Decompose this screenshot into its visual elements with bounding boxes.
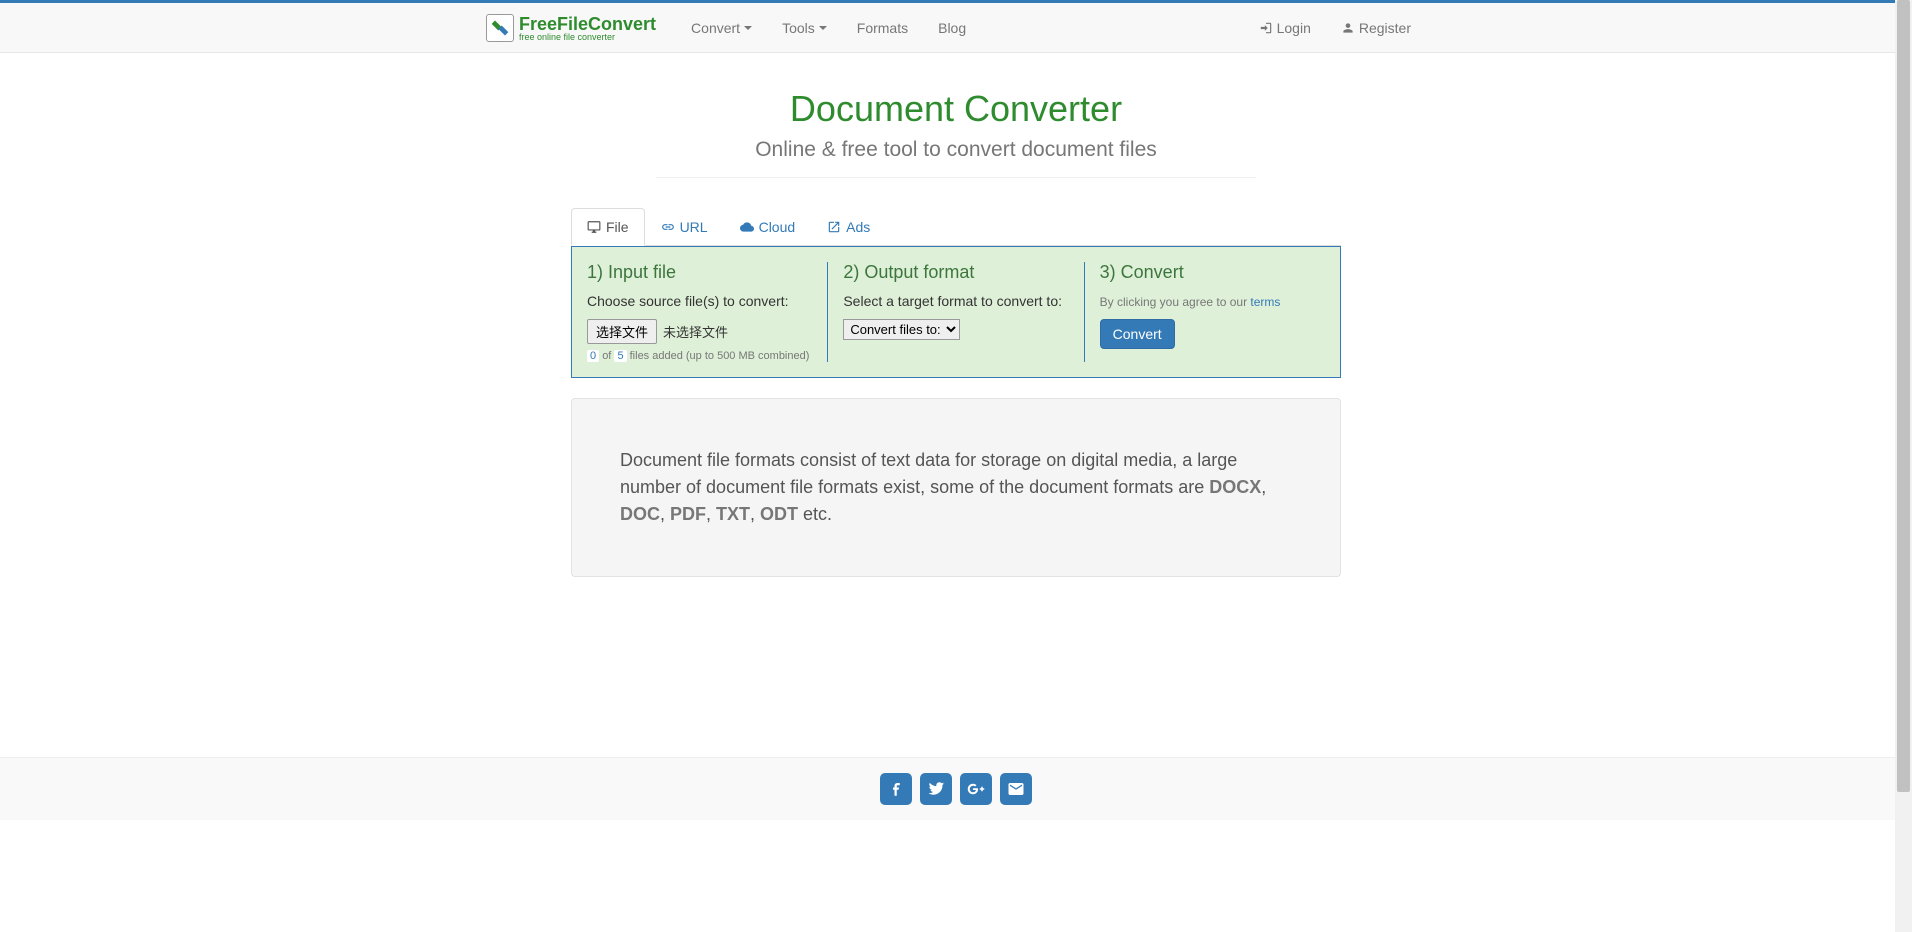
facebook-icon	[887, 780, 905, 798]
logo-icon	[486, 14, 514, 42]
nav-convert[interactable]: Convert	[691, 3, 752, 53]
googleplus-icon	[967, 780, 985, 798]
step-output: 2) Output format Select a target format …	[827, 262, 1083, 362]
scrollbar-thumb[interactable]	[1897, 0, 1910, 792]
footer	[0, 757, 1912, 820]
format-link-txt[interactable]: TXT	[716, 504, 750, 524]
format-link-docx[interactable]: DOCX	[1209, 477, 1261, 497]
envelope-icon	[1007, 780, 1025, 798]
nav-blog[interactable]: Blog	[938, 3, 966, 53]
nav-right: Login Register	[1244, 3, 1426, 53]
format-link-pdf[interactable]: PDF	[670, 504, 706, 524]
step-input: 1) Input file Choose source file(s) to c…	[572, 262, 827, 362]
social-googleplus[interactable]	[960, 773, 992, 805]
source-tabs: File URL Cloud Ads	[571, 208, 1341, 246]
brand-tagline: free online file converter	[519, 33, 656, 42]
terms-link[interactable]: terms	[1250, 295, 1280, 309]
social-twitter[interactable]	[920, 773, 952, 805]
tab-file[interactable]: File	[571, 208, 645, 246]
brand-logo[interactable]: FreeFileConvert free online file convert…	[486, 14, 656, 42]
navbar: FreeFileConvert free online file convert…	[0, 3, 1912, 53]
step2-title: 2) Output format	[843, 262, 1068, 283]
scrollbar[interactable]	[1895, 0, 1912, 932]
external-link-icon	[827, 220, 841, 234]
user-icon	[1341, 21, 1355, 35]
step-convert: 3) Convert By clicking you agree to our …	[1084, 262, 1340, 362]
converter-panel: 1) Input file Choose source file(s) to c…	[571, 246, 1341, 378]
nav-login[interactable]: Login	[1259, 3, 1311, 53]
page-title: Document Converter	[571, 88, 1341, 130]
files-max-count: 5	[614, 350, 626, 362]
cloud-icon	[740, 220, 754, 234]
tab-ads[interactable]: Ads	[811, 208, 886, 246]
main-container: Document Converter Online & free tool to…	[556, 88, 1356, 577]
login-icon	[1259, 21, 1273, 35]
terms-text: By clicking you agree to our terms	[1100, 295, 1281, 309]
nav-links: Convert Tools Formats Blog	[676, 3, 981, 53]
output-format-select[interactable]: Convert files to:	[843, 319, 960, 340]
step1-title: 1) Input file	[587, 262, 812, 283]
desktop-icon	[587, 220, 601, 234]
info-well: Document file formats consist of text da…	[571, 398, 1341, 577]
choose-file-button[interactable]: 选择文件	[587, 319, 657, 344]
step3-title: 3) Convert	[1100, 262, 1325, 283]
link-icon	[661, 220, 675, 234]
file-status: 未选择文件	[663, 322, 728, 341]
nav-tools[interactable]: Tools	[782, 3, 827, 53]
step2-desc: Select a target format to convert to:	[843, 293, 1068, 309]
format-link-doc[interactable]: DOC	[620, 504, 660, 524]
tab-url[interactable]: URL	[645, 208, 724, 246]
tab-cloud[interactable]: Cloud	[724, 208, 812, 246]
social-facebook[interactable]	[880, 773, 912, 805]
step1-desc: Choose source file(s) to convert:	[587, 293, 812, 309]
page-subtitle: Online & free tool to convert document f…	[656, 138, 1256, 177]
twitter-icon	[927, 780, 945, 798]
social-email[interactable]	[1000, 773, 1032, 805]
caret-icon	[819, 26, 827, 30]
info-text: Document file formats consist of text da…	[620, 447, 1292, 528]
file-count-info: 0 of 5 files added (up to 500 MB combine…	[587, 350, 812, 362]
nav-register[interactable]: Register	[1341, 3, 1411, 53]
convert-button[interactable]: Convert	[1100, 319, 1175, 349]
files-added-count: 0	[587, 350, 599, 362]
nav-formats[interactable]: Formats	[857, 3, 908, 53]
format-link-odt[interactable]: ODT	[760, 504, 798, 524]
caret-icon	[744, 26, 752, 30]
brand-name: FreeFileConvert	[519, 15, 656, 33]
